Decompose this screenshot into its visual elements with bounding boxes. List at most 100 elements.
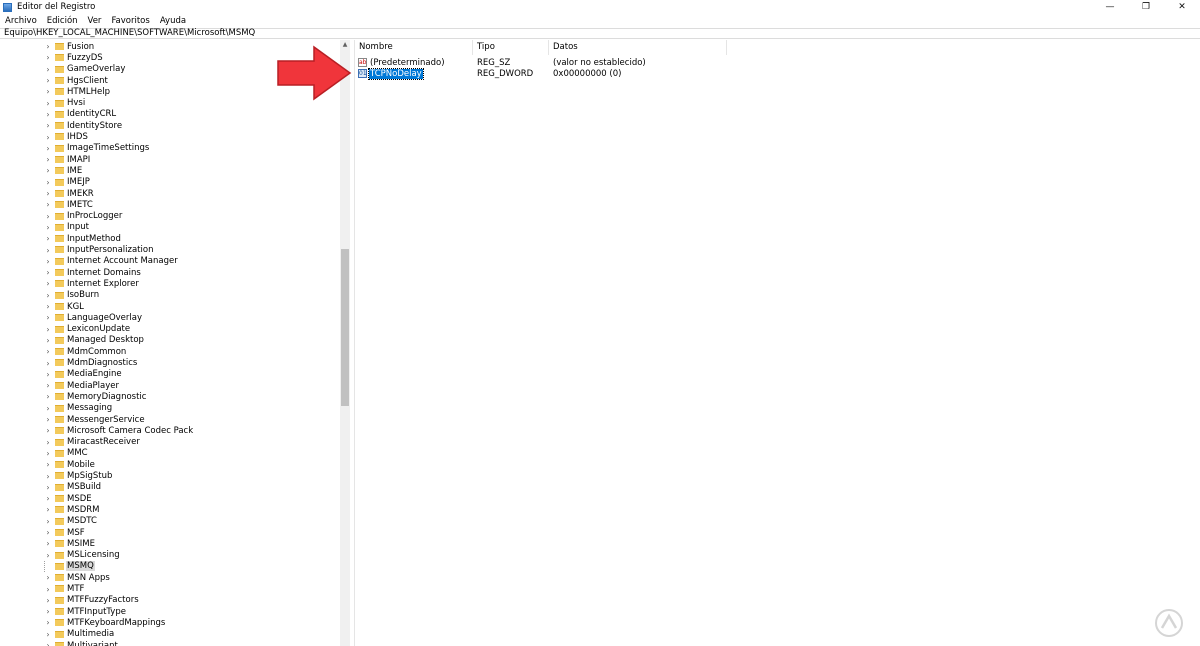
tree-item[interactable]: › Internet Account Manager <box>0 256 340 267</box>
tree-item[interactable]: › InputPersonalization <box>0 244 340 255</box>
tree-item[interactable]: › Internet Explorer <box>0 278 340 289</box>
chevron-right-icon[interactable]: › <box>44 585 52 594</box>
tree-item[interactable]: › IdentityStore <box>0 120 340 131</box>
chevron-right-icon[interactable]: › <box>44 291 52 300</box>
tree-item[interactable]: › MiracastReceiver <box>0 437 340 448</box>
tree-item[interactable]: › LexiconUpdate <box>0 324 340 335</box>
chevron-right-icon[interactable]: › <box>44 472 52 481</box>
chevron-right-icon[interactable]: › <box>44 449 52 458</box>
chevron-right-icon[interactable]: › <box>44 178 52 187</box>
chevron-right-icon[interactable]: › <box>44 313 52 322</box>
menu-favoritos[interactable]: Favoritos <box>106 16 154 26</box>
chevron-right-icon[interactable]: › <box>44 268 52 277</box>
chevron-right-icon[interactable]: › <box>44 551 52 560</box>
chevron-right-icon[interactable]: › <box>44 200 52 209</box>
tree-item[interactable]: › MSDE <box>0 493 340 504</box>
chevron-right-icon[interactable]: › <box>44 133 52 142</box>
tree-item[interactable]: › IsoBurn <box>0 290 340 301</box>
chevron-right-icon[interactable]: › <box>44 121 52 130</box>
tree-item[interactable]: › MSF <box>0 527 340 538</box>
chevron-right-icon[interactable]: › <box>44 302 52 311</box>
chevron-right-icon[interactable]: › <box>44 42 52 51</box>
tree-item[interactable]: › MemoryDiagnostic <box>0 391 340 402</box>
chevron-right-icon[interactable]: › <box>44 110 52 119</box>
tree-item[interactable]: › MTF <box>0 583 340 594</box>
chevron-right-icon[interactable]: › <box>44 494 52 503</box>
chevron-right-icon[interactable]: › <box>44 53 52 62</box>
tree-item[interactable]: › MediaPlayer <box>0 380 340 391</box>
tree-item[interactable]: › LanguageOverlay <box>0 312 340 323</box>
tree-item[interactable]: › InProcLogger <box>0 211 340 222</box>
chevron-right-icon[interactable]: › <box>44 65 52 74</box>
tree-item[interactable]: › MediaEngine <box>0 369 340 380</box>
column-header-name[interactable]: Nombre <box>355 40 473 55</box>
menu-archivo[interactable]: Archivo <box>0 16 42 26</box>
chevron-right-icon[interactable]: › <box>44 381 52 390</box>
menu-edicion[interactable]: Edición <box>42 16 83 26</box>
chevron-right-icon[interactable]: › <box>44 370 52 379</box>
value-row-default[interactable]: ab (Predeterminado) REG_SZ (valor no est… <box>355 57 727 68</box>
chevron-right-icon[interactable]: › <box>44 483 52 492</box>
tree-item[interactable]: › MSIME <box>0 538 340 549</box>
chevron-right-icon[interactable]: › <box>44 246 52 255</box>
chevron-right-icon[interactable]: › <box>44 87 52 96</box>
scrollbar-thumb[interactable] <box>341 249 349 406</box>
chevron-right-icon[interactable]: › <box>44 76 52 85</box>
menu-ver[interactable]: Ver <box>83 16 107 26</box>
chevron-right-icon[interactable]: › <box>44 392 52 401</box>
chevron-right-icon[interactable]: › <box>44 257 52 266</box>
tree-item[interactable]: › Input <box>0 222 340 233</box>
tree-item[interactable]: › MSN Apps <box>0 572 340 583</box>
chevron-right-icon[interactable]: › <box>44 325 52 334</box>
chevron-right-icon[interactable]: › <box>44 641 52 646</box>
chevron-right-icon[interactable]: › <box>44 426 52 435</box>
tree-item[interactable]: › IdentityCRL <box>0 109 340 120</box>
tree-item[interactable]: › MSDTC <box>0 516 340 527</box>
minimize-button[interactable]: — <box>1092 0 1128 14</box>
chevron-right-icon[interactable]: › <box>44 99 52 108</box>
tree-item[interactable]: › MdmDiagnostics <box>0 357 340 368</box>
chevron-right-icon[interactable]: › <box>44 404 52 413</box>
tree-item[interactable]: › Messaging <box>0 403 340 414</box>
chevron-right-icon[interactable]: › <box>44 607 52 616</box>
chevron-right-icon[interactable]: › <box>44 223 52 232</box>
tree-item[interactable]: › Microsoft Camera Codec Pack <box>0 425 340 436</box>
tree-item[interactable]: › ImageTimeSettings <box>0 143 340 154</box>
chevron-right-icon[interactable]: › <box>44 539 52 548</box>
chevron-right-icon[interactable]: › <box>44 336 52 345</box>
chevron-right-icon[interactable]: › <box>44 234 52 243</box>
tree-item[interactable]: › MpSigStub <box>0 470 340 481</box>
tree-item[interactable]: › MSLicensing <box>0 550 340 561</box>
tree-item[interactable]: › Managed Desktop <box>0 335 340 346</box>
tree-item[interactable]: › MTFInputType <box>0 606 340 617</box>
chevron-right-icon[interactable]: › <box>44 460 52 469</box>
chevron-right-icon[interactable]: › <box>44 505 52 514</box>
tree-item[interactable]: › MessengerService <box>0 414 340 425</box>
chevron-right-icon[interactable]: › <box>44 630 52 639</box>
tree-item[interactable]: › MMC <box>0 448 340 459</box>
tree-item[interactable]: › MSDRM <box>0 504 340 515</box>
tree-item[interactable]: › Multimedia <box>0 629 340 640</box>
chevron-right-icon[interactable]: › <box>44 573 52 582</box>
tree-item[interactable]: › Multivariant <box>0 640 340 646</box>
chevron-right-icon[interactable]: › <box>44 415 52 424</box>
tree-item[interactable]: › Internet Domains <box>0 267 340 278</box>
tree-item[interactable]: › IMAPI <box>0 154 340 165</box>
tree-item[interactable]: MSMQ <box>0 560 340 573</box>
restore-button[interactable]: ❐ <box>1128 0 1164 14</box>
tree-item[interactable]: › KGL <box>0 301 340 312</box>
chevron-right-icon[interactable]: › <box>44 438 52 447</box>
tree-item[interactable]: › IHDS <box>0 131 340 142</box>
tree-item[interactable]: › MTFFuzzyFactors <box>0 595 340 606</box>
tree-item[interactable]: › Mobile <box>0 459 340 470</box>
tree-item[interactable]: › MTFKeyboardMappings <box>0 617 340 628</box>
chevron-right-icon[interactable]: › <box>44 359 52 368</box>
chevron-right-icon[interactable]: › <box>44 166 52 175</box>
chevron-right-icon[interactable]: › <box>44 155 52 164</box>
column-header-data[interactable]: Datos <box>549 40 727 55</box>
chevron-right-icon[interactable]: › <box>44 189 52 198</box>
tree-item[interactable]: › MdmCommon <box>0 346 340 357</box>
chevron-right-icon[interactable]: › <box>44 347 52 356</box>
tree-item[interactable]: › IME <box>0 165 340 176</box>
chevron-right-icon[interactable]: › <box>44 528 52 537</box>
